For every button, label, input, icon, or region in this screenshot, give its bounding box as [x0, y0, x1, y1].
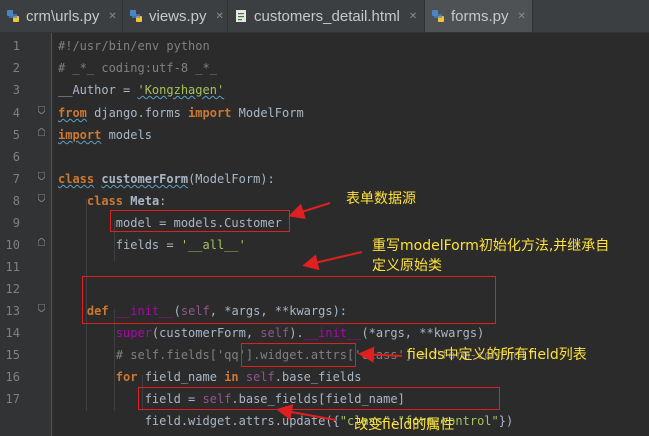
annotation-change-attrs: 改变field的属性: [354, 417, 455, 433]
self-ref: self: [245, 370, 275, 384]
line-number: 5: [12, 128, 20, 142]
code-line-13: super(customerForm, self).__init__(*args…: [58, 324, 484, 342]
code-line-2: # _*_ coding:utf-8 _*_: [58, 59, 217, 77]
tab-label: views.py: [149, 7, 207, 25]
loop-variable: field_name: [137, 370, 225, 384]
keyword-class: class: [58, 172, 95, 186]
keyword-in: in: [224, 370, 239, 384]
code-line-3: __Author = 'Kongzhagen': [58, 81, 224, 99]
tab-views[interactable]: views.py ✕: [123, 0, 228, 32]
code-editor[interactable]: #!/usr/bin/env python # _*_ coding:utf-8…: [52, 33, 649, 436]
meta-class-name: Meta: [130, 194, 160, 208]
super-builtin: super: [115, 326, 152, 340]
code-line-10: fields = '__all__': [58, 236, 246, 254]
keyword-from: from: [58, 106, 87, 120]
line-number: 10: [5, 238, 20, 252]
paren-dot: ).: [289, 326, 304, 340]
code-line-15: for field_name in self.base_fields: [58, 368, 362, 386]
line-number: 16: [5, 370, 20, 384]
tab-forms[interactable]: forms.py ✕: [425, 0, 533, 32]
line-number: 15: [5, 348, 20, 362]
fields-string: '__all__': [180, 238, 246, 252]
annotation-field-list: fields中定义的所有field列表: [407, 347, 587, 363]
editor-tab-bar: crm\urls.py ✕ views.py ✕ customers_detai…: [0, 0, 649, 33]
import-name: ModelForm: [231, 106, 304, 120]
python-file-icon: [129, 9, 143, 23]
tab-label: forms.py: [451, 7, 509, 25]
python-file-icon: [431, 9, 445, 23]
fold-marker-icon[interactable]: [38, 106, 45, 114]
shebang-comment: #!/usr/bin/env python: [58, 39, 210, 53]
annotation-box-update: [138, 387, 500, 410]
annotation-override-init-line1: 重写modelForm初始化方法,并继承自: [372, 238, 610, 254]
init-call: __init__: [303, 326, 362, 340]
annotation-box-init: [82, 276, 496, 324]
annotation-override-init-line2: 定义原始类: [372, 258, 442, 274]
line-number: 14: [5, 326, 20, 340]
line-number: 17: [5, 392, 20, 406]
module-path: django.forms: [86, 106, 189, 120]
encoding-comment: # _*_ coding:utf-8 _*_: [58, 61, 217, 75]
fold-marker-icon[interactable]: [38, 238, 45, 246]
fold-marker-icon[interactable]: [38, 172, 45, 180]
author-string: 'Kongzhagen': [137, 83, 225, 97]
colon: :: [159, 194, 167, 208]
self-ref: self: [260, 326, 290, 340]
fold-marker-icon[interactable]: [38, 304, 45, 312]
close-icon[interactable]: ✕: [108, 11, 116, 22]
annotation-box-base-fields: [241, 343, 356, 367]
fold-marker-icon[interactable]: [38, 128, 45, 136]
line-number: 1: [12, 39, 20, 53]
line-number: 9: [12, 216, 20, 230]
annotation-box-model: [110, 210, 290, 232]
code-line-7: class customerForm(ModelForm):: [58, 170, 275, 188]
author-assignment: __Author =: [58, 83, 138, 97]
line-number: 2: [12, 61, 20, 75]
class-bases: (ModelForm):: [188, 172, 275, 186]
base-fields-attr: .base_fields: [274, 370, 362, 384]
fields-assignment: fields =: [115, 238, 181, 252]
tab-label: customers_detail.html: [254, 7, 400, 25]
line-number: 13: [5, 304, 20, 318]
tab-crm-urls[interactable]: crm\urls.py ✕: [0, 0, 123, 32]
code-line-8: class Meta:: [58, 192, 167, 210]
fold-marker-icon[interactable]: [38, 194, 45, 202]
code-line-4: from django.forms import ModelForm: [58, 104, 304, 122]
class-name: customerForm: [101, 172, 189, 186]
line-number: 3: [12, 83, 20, 97]
keyword-import: import: [188, 106, 232, 120]
annotation-data-source: 表单数据源: [346, 191, 416, 207]
line-number: 12: [5, 282, 20, 296]
attrs-update-call: field.widget.attrs.update({: [144, 414, 340, 428]
line-number-gutter: 1 2 3 4 5 6 7 8 9 10 11 12 13 14 15 16 1…: [0, 33, 52, 436]
init-call-args: (*args, **kwargs): [361, 326, 485, 340]
tab-label: crm\urls.py: [26, 7, 100, 25]
import-name: models: [101, 128, 152, 142]
code-line-5: import models: [58, 126, 152, 144]
line-number: 8: [12, 194, 20, 208]
keyword-for: for: [115, 370, 138, 384]
line-number: 6: [12, 150, 20, 164]
line-number: 7: [12, 172, 20, 186]
tab-customers-detail[interactable]: customers_detail.html ✕: [228, 0, 425, 32]
close-icon[interactable]: ✕: [216, 11, 224, 22]
line-number: 4: [12, 106, 20, 120]
keyword-class: class: [86, 194, 124, 208]
line-number: 11: [5, 260, 20, 274]
super-args: (customerForm,: [151, 326, 261, 340]
keyword-import: import: [58, 128, 102, 142]
closing-brackets: }): [498, 414, 514, 428]
close-icon[interactable]: ✕: [518, 11, 526, 22]
python-file-icon: [6, 9, 20, 23]
code-line-1: #!/usr/bin/env python: [58, 37, 210, 55]
html-file-icon: [234, 9, 248, 23]
close-icon[interactable]: ✕: [409, 11, 417, 22]
